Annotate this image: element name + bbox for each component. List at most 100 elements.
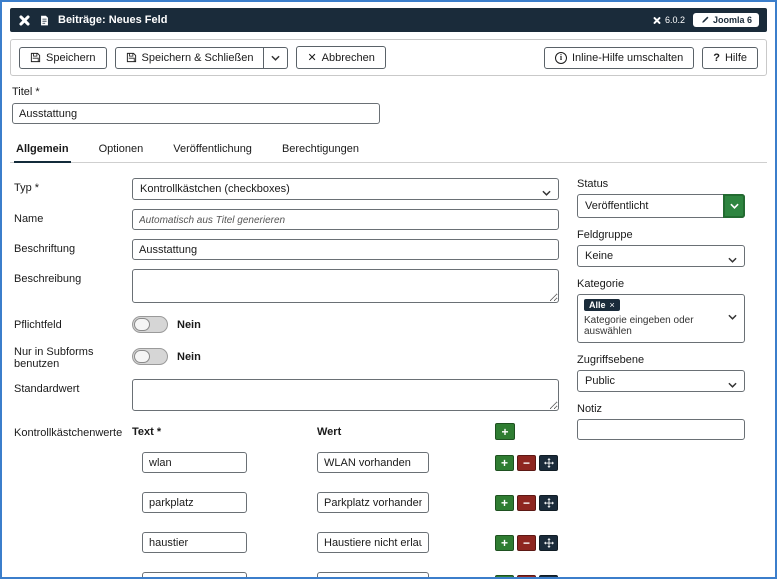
page-title: Beiträge: Neues Feld: [58, 14, 167, 26]
chevron-down-icon: [728, 257, 737, 263]
help-button[interactable]: ? Hilfe: [702, 47, 758, 69]
joomla-version-icon: [653, 16, 662, 25]
chevron-down-icon: [542, 190, 551, 196]
field-row-name: Name: [14, 209, 559, 230]
standardwert-textarea[interactable]: [132, 379, 559, 411]
subforms-value: Nein: [177, 351, 201, 363]
move-row-button[interactable]: [539, 495, 558, 511]
add-row-button[interactable]: +: [495, 535, 514, 551]
typ-label: Typ *: [14, 178, 132, 200]
add-row-button[interactable]: +: [495, 455, 514, 471]
form-left: Typ * Kontrollkästchen (checkboxes) Name…: [14, 178, 559, 579]
info-icon: i: [555, 52, 567, 64]
title-input[interactable]: [12, 103, 380, 124]
feldgruppe-label: Feldgruppe: [577, 229, 745, 241]
value-text-input[interactable]: [142, 572, 247, 579]
checkbox-values-header: Text * Wert +: [132, 423, 559, 440]
save-options-toggle[interactable]: [264, 47, 288, 69]
subforms-label: Nur in Subforms benutzen: [14, 342, 132, 370]
tab-veroeffentlichung[interactable]: Veröffentlichung: [171, 138, 254, 162]
werte-label: Kontrollkästchenwerte: [14, 423, 132, 579]
beschriftung-label: Beschriftung: [14, 239, 132, 260]
toggle-knob: [134, 350, 150, 363]
add-row-button[interactable]: +: [495, 495, 514, 511]
zugriff-select[interactable]: Public: [577, 370, 745, 392]
save-button[interactable]: Speichern: [19, 47, 107, 69]
cancel-label: Abbrechen: [322, 52, 375, 64]
version-number: 6.0.2: [665, 15, 685, 25]
notiz-input[interactable]: [577, 419, 745, 440]
typ-value: Kontrollkästchen (checkboxes): [140, 183, 290, 195]
value-text-input[interactable]: [142, 492, 247, 513]
kategorie-tag-label: Alle: [589, 300, 606, 310]
field-row-beschreibung: Beschreibung: [14, 269, 559, 306]
chevron-down-icon: [728, 382, 737, 388]
help-label: Hilfe: [725, 52, 747, 64]
pflichtfeld-label: Pflichtfeld: [14, 315, 132, 333]
add-value-button[interactable]: +: [495, 423, 515, 440]
status-select[interactable]: Veröffentlicht: [577, 194, 745, 218]
move-icon: [544, 538, 554, 548]
zugriff-value: Public: [585, 375, 615, 387]
sidebar: Status Veröffentlicht Feldgruppe Keine K…: [577, 178, 745, 579]
user-icon: [700, 16, 709, 25]
save-close-button[interactable]: Speichern & Schließen: [115, 47, 265, 69]
remove-row-button[interactable]: −: [517, 535, 536, 551]
remove-row-button[interactable]: −: [517, 575, 536, 579]
save-label: Speichern: [46, 52, 96, 64]
beschreibung-textarea[interactable]: [132, 269, 559, 303]
title-section: Titel *: [10, 86, 767, 124]
field-row-subforms: Nur in Subforms benutzen Nein: [14, 342, 559, 370]
save-icon: [126, 52, 137, 63]
remove-row-button[interactable]: −: [517, 455, 536, 471]
cancel-button[interactable]: ✕ Abbrechen: [296, 46, 385, 69]
field-row-werte: Kontrollkästchenwerte Text * Wert + + −: [14, 423, 559, 579]
tab-allgemein[interactable]: Allgemein: [14, 138, 71, 163]
move-row-button[interactable]: [539, 535, 558, 551]
zugriff-group: Zugriffsebene Public: [577, 354, 745, 392]
kategorie-group: Kategorie Alle × Kategorie eingeben oder…: [577, 278, 745, 343]
chevron-down-icon: [730, 203, 739, 209]
version-info: 6.0.2: [653, 15, 685, 25]
value-wert-input[interactable]: [317, 572, 429, 579]
status-label: Status: [577, 178, 745, 190]
save-close-group: Speichern & Schließen: [115, 47, 289, 69]
value-text-input[interactable]: [142, 532, 247, 553]
content: Typ * Kontrollkästchen (checkboxes) Name…: [10, 178, 767, 579]
remove-row-button[interactable]: −: [517, 495, 536, 511]
feldgruppe-value: Keine: [585, 250, 613, 262]
subforms-toggle[interactable]: [132, 348, 168, 365]
feldgruppe-group: Feldgruppe Keine: [577, 229, 745, 267]
move-row-button[interactable]: [539, 455, 558, 471]
notiz-label: Notiz: [577, 403, 745, 415]
value-text-input[interactable]: [142, 452, 247, 473]
value-wert-input[interactable]: [317, 452, 429, 473]
field-row-pflichtfeld: Pflichtfeld Nein: [14, 315, 559, 333]
pflichtfeld-value: Nein: [177, 319, 201, 331]
col-wert-header: Wert: [317, 426, 495, 438]
title-label: Titel *: [12, 86, 40, 98]
add-row-button[interactable]: +: [495, 575, 514, 579]
value-wert-input[interactable]: [317, 532, 429, 553]
tag-remove-icon[interactable]: ×: [610, 300, 615, 310]
status-group: Status Veröffentlicht: [577, 178, 745, 218]
kategorie-combobox[interactable]: Alle × Kategorie eingeben oder auswählen: [577, 294, 745, 343]
toggle-knob: [134, 318, 150, 331]
save-icon: [30, 52, 41, 63]
tab-bar: Allgemein Optionen Veröffentlichung Bere…: [10, 138, 767, 163]
checkbox-value-row: + −: [132, 572, 559, 579]
move-row-button[interactable]: [539, 575, 558, 579]
name-input[interactable]: [132, 209, 559, 230]
value-wert-input[interactable]: [317, 492, 429, 513]
field-row-standardwert: Standardwert: [14, 379, 559, 414]
move-icon: [544, 498, 554, 508]
beschriftung-input[interactable]: [132, 239, 559, 260]
pflichtfeld-toggle[interactable]: [132, 316, 168, 333]
user-menu-badge[interactable]: Joomla 6: [693, 13, 759, 27]
inline-help-button[interactable]: i Inline-Hilfe umschalten: [544, 47, 694, 69]
tab-berechtigungen[interactable]: Berechtigungen: [280, 138, 361, 162]
feldgruppe-select[interactable]: Keine: [577, 245, 745, 267]
inline-help-label: Inline-Hilfe umschalten: [572, 52, 683, 64]
typ-select[interactable]: Kontrollkästchen (checkboxes): [132, 178, 559, 200]
tab-optionen[interactable]: Optionen: [97, 138, 146, 162]
